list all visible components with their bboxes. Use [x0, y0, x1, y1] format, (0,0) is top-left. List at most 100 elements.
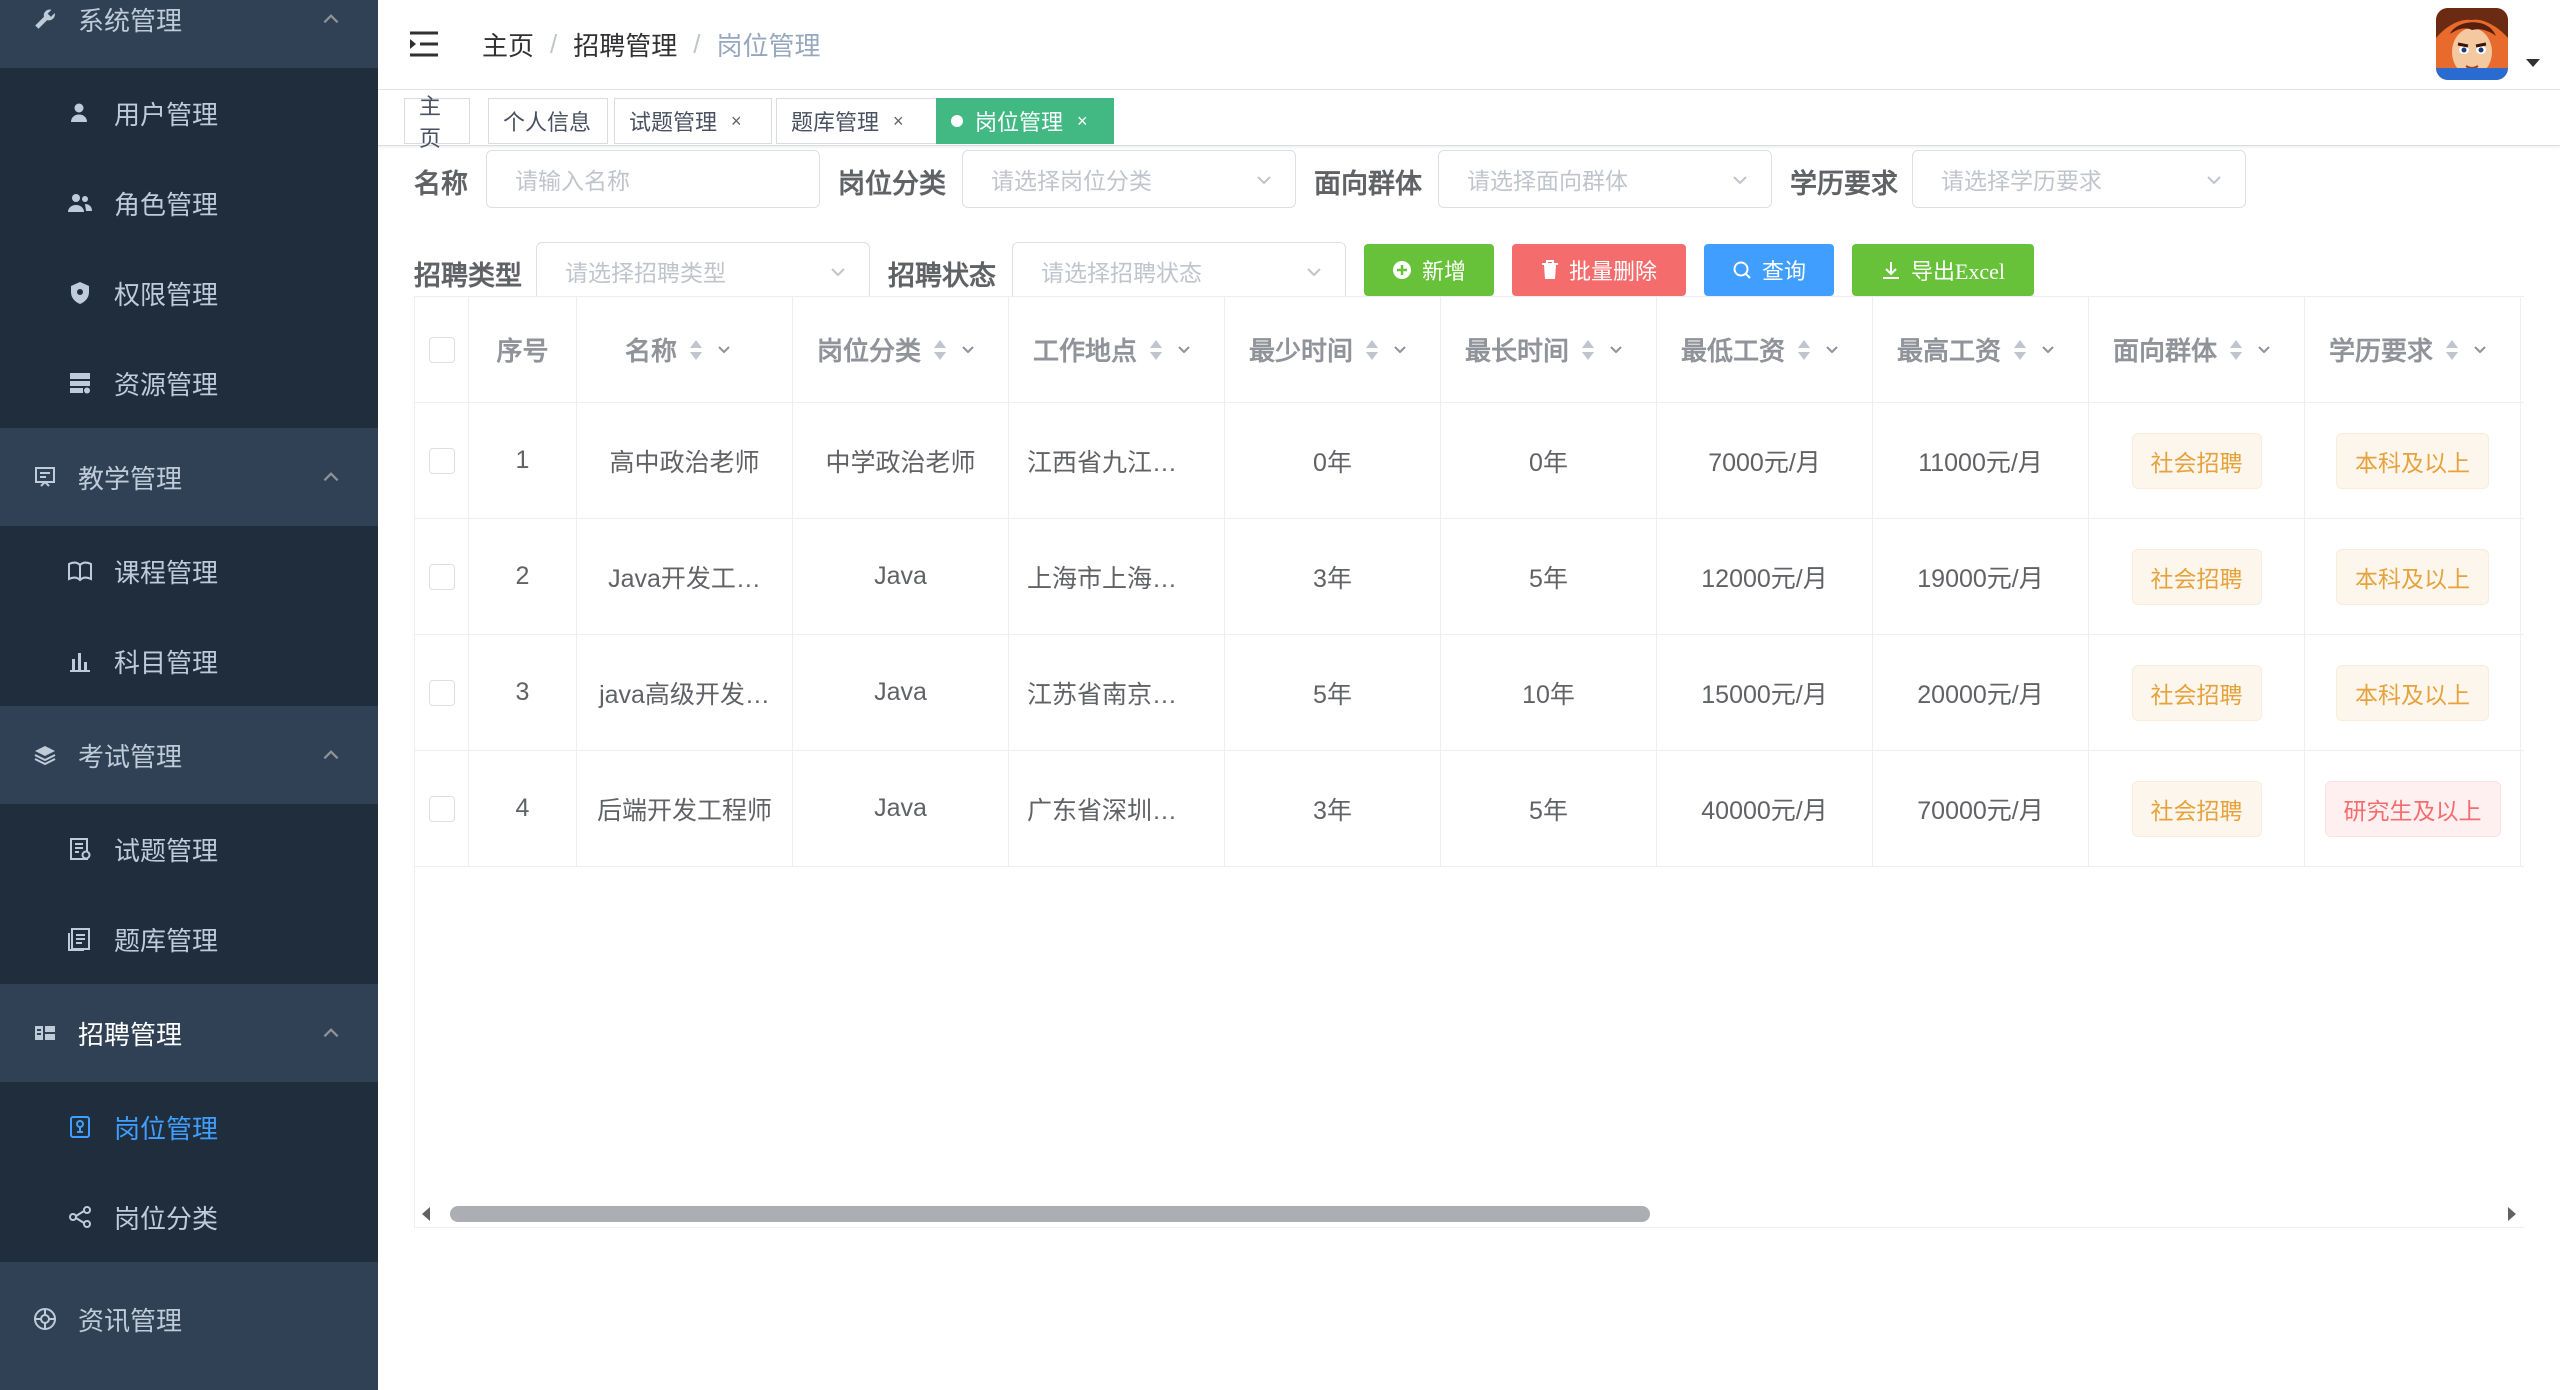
- scroll-right-arrow-icon[interactable]: [2506, 1206, 2518, 1222]
- sidebar-item-courses[interactable]: 课程管理: [0, 526, 378, 616]
- sidebar-item-permissions[interactable]: 权限管理: [0, 248, 378, 338]
- row-checkbox[interactable]: [428, 679, 455, 706]
- select-all-checkbox[interactable]: [428, 336, 455, 363]
- export-excel-button[interactable]: 导出Excel: [1852, 244, 2034, 296]
- row-checkbox[interactable]: [428, 563, 455, 590]
- chevron-down-icon[interactable]: [961, 345, 975, 355]
- chevron-down-icon[interactable]: [1177, 345, 1191, 355]
- horizontal-scrollbar[interactable]: [414, 1200, 2524, 1228]
- filter-label-name: 名称: [414, 169, 468, 199]
- column-header-max-time[interactable]: 最长时间: [1441, 297, 1657, 402]
- chevron-down-icon[interactable]: [717, 345, 731, 355]
- menu-group-recruitment[interactable]: 招聘管理: [0, 984, 378, 1082]
- sort-icon[interactable]: [1581, 339, 1595, 361]
- chevron-up-icon: [323, 750, 339, 760]
- column-header-min-time[interactable]: 最少时间: [1225, 297, 1441, 402]
- row-checkbox[interactable]: [428, 447, 455, 474]
- tag-profile[interactable]: 个人信息: [488, 98, 608, 144]
- cell-max-time: 0年: [1441, 403, 1657, 518]
- sidebar-item-label: 课程管理: [114, 557, 219, 588]
- audience-tag: 社会招聘: [2131, 548, 2262, 605]
- menu-group-news[interactable]: 资讯管理: [0, 1270, 378, 1368]
- breadcrumb-recruitment[interactable]: 招聘管理: [573, 26, 677, 63]
- sort-icon[interactable]: [933, 339, 947, 361]
- avatar[interactable]: [2436, 8, 2508, 80]
- tag-question-bank[interactable]: 题库管理 ×: [776, 98, 938, 144]
- sidebar-item-users[interactable]: 用户管理: [0, 68, 378, 158]
- table-row[interactable]: 4 后端开发工程师 Java 广东省深圳… 3年 5年 40000元/月 700…: [415, 751, 2524, 867]
- name-input[interactable]: 请输入名称: [486, 150, 820, 208]
- close-icon[interactable]: ×: [1077, 111, 1088, 132]
- sidebar-item-position-categories[interactable]: 岗位分类: [0, 1172, 378, 1262]
- audience-select[interactable]: 请选择面向群体: [1438, 150, 1772, 208]
- recruit-type-select-placeholder: 请选择招聘类型: [565, 261, 726, 286]
- chevron-down-icon[interactable]: [1393, 345, 1407, 355]
- column-header-location[interactable]: 工作地点: [1009, 297, 1225, 402]
- chevron-down-icon: [2207, 176, 2221, 185]
- sidebar-item-question-bank[interactable]: 题库管理: [0, 894, 378, 984]
- sort-icon[interactable]: [1797, 339, 1811, 361]
- share-nodes-icon: [66, 1203, 94, 1231]
- breadcrumb-separator: /: [550, 29, 558, 59]
- education-select[interactable]: 请选择学历要求: [1912, 150, 2246, 208]
- sidebar-item-resources[interactable]: 资源管理: [0, 338, 378, 428]
- scroll-left-arrow-icon[interactable]: [420, 1206, 432, 1222]
- recruit-status-select[interactable]: 请选择招聘状态: [1012, 242, 1346, 300]
- sidebar-item-subjects[interactable]: 科目管理: [0, 616, 378, 706]
- chevron-down-icon[interactable]: [2041, 345, 2055, 355]
- column-header-category[interactable]: 岗位分类: [793, 297, 1009, 402]
- chevron-down-icon[interactable]: [1609, 345, 1623, 355]
- chevron-down-icon[interactable]: [1825, 345, 1839, 355]
- menu-group-teaching[interactable]: 教学管理: [0, 428, 378, 526]
- recruit-type-select[interactable]: 请选择招聘类型: [536, 242, 870, 300]
- column-header-min-salary[interactable]: 最低工资: [1657, 297, 1873, 402]
- sort-icon[interactable]: [689, 339, 703, 361]
- chevron-down-icon[interactable]: [2257, 345, 2271, 355]
- category-select[interactable]: 请选择岗位分类: [962, 150, 1296, 208]
- sort-icon[interactable]: [1365, 339, 1379, 361]
- column-header-education[interactable]: 学历要求: [2305, 297, 2521, 402]
- query-button[interactable]: 查询: [1704, 244, 1834, 296]
- tag-questions[interactable]: 试题管理 ×: [614, 98, 772, 144]
- sidebar-item-questions[interactable]: 试题管理: [0, 804, 378, 894]
- sort-icon[interactable]: [2445, 339, 2459, 361]
- sort-icon[interactable]: [2229, 339, 2243, 361]
- tag-home[interactable]: 主页: [404, 94, 470, 151]
- hamburger-icon[interactable]: [408, 30, 440, 58]
- batch-delete-button[interactable]: 批量删除: [1512, 244, 1686, 296]
- scrollbar-thumb[interactable]: [450, 1206, 1650, 1222]
- cell-min-salary: 12000元/月: [1657, 519, 1873, 634]
- tag-label: 个人信息: [503, 110, 592, 135]
- table-row[interactable]: 1 高中政治老师 中学政治老师 江西省九江… 0年 0年 7000元/月 110…: [415, 403, 2524, 519]
- sort-icon[interactable]: [1149, 339, 1163, 361]
- menu-group-label: 系统管理: [78, 5, 183, 36]
- breadcrumb-home[interactable]: 主页: [482, 26, 534, 63]
- close-icon[interactable]: ×: [731, 111, 742, 132]
- row-checkbox[interactable]: [428, 795, 455, 822]
- active-dot-icon: [951, 115, 963, 127]
- sidebar-item-positions[interactable]: 岗位管理: [0, 1082, 378, 1172]
- cell-max-time: 10年: [1441, 635, 1657, 750]
- server-icon: [66, 369, 94, 397]
- tag-positions[interactable]: 岗位管理 ×: [936, 98, 1114, 144]
- add-button[interactable]: 新增: [1364, 244, 1494, 296]
- cell-name: 高中政治老师: [577, 403, 793, 518]
- column-header-name[interactable]: 名称: [577, 297, 793, 402]
- chevron-up-icon: [323, 1028, 339, 1038]
- sidebar-item-roles[interactable]: 角色管理: [0, 158, 378, 248]
- recruit-status-select-placeholder: 请选择招聘状态: [1041, 261, 1202, 286]
- table-row[interactable]: 3 java高级开发… Java 江苏省南京… 5年 10年 15000元/月 …: [415, 635, 2524, 751]
- table-row[interactable]: 2 Java开发工… Java 上海市上海… 3年 5年 12000元/月 19…: [415, 519, 2524, 635]
- cell-no: 1: [469, 403, 577, 518]
- caret-down-icon[interactable]: [2524, 56, 2542, 70]
- chevron-down-icon[interactable]: [2473, 345, 2487, 355]
- close-icon[interactable]: ×: [893, 111, 904, 132]
- filter-label-audience: 面向群体: [1314, 169, 1422, 199]
- menu-group-exams[interactable]: 考试管理: [0, 706, 378, 804]
- menu-group-system[interactable]: 系统管理: [0, 0, 378, 68]
- cell-location: 江苏省南京…: [1009, 635, 1225, 750]
- column-header-max-salary[interactable]: 最高工资: [1873, 297, 2089, 402]
- cell-min-salary: 15000元/月: [1657, 635, 1873, 750]
- sort-icon[interactable]: [2013, 339, 2027, 361]
- column-header-audience[interactable]: 面向群体: [2089, 297, 2305, 402]
